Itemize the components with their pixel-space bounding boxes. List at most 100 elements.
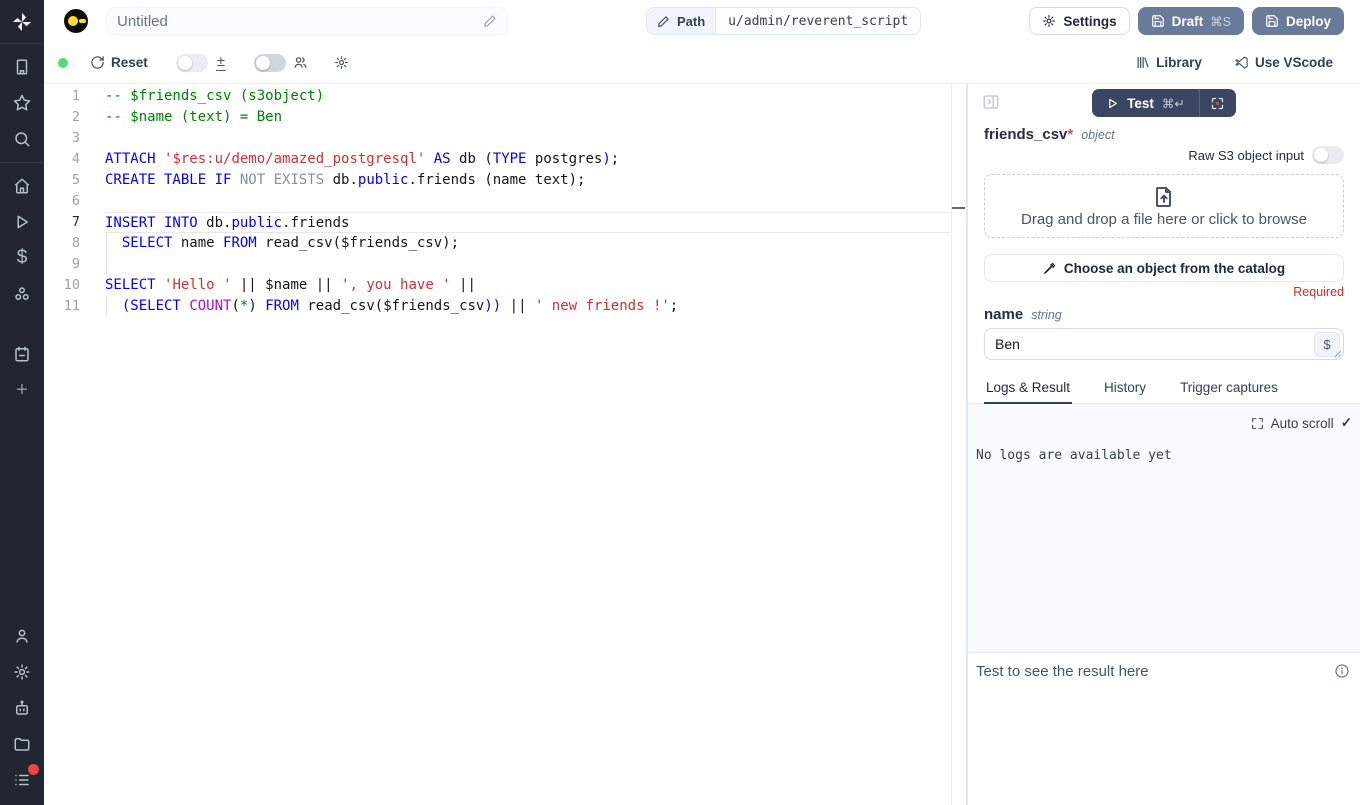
library-label: Library [1156,55,1202,70]
code-line-4[interactable]: 4ATTACH '$res:u/demo/amazed_postgresql' … [44,149,951,170]
folders-icon[interactable] [11,733,33,755]
file-dropzone[interactable]: Drag and drop a file here or click to br… [984,174,1344,238]
path-value: u/admin/reverent_script [716,8,920,34]
collapse-panel-icon[interactable] [982,93,1002,113]
library-icon [1135,55,1150,70]
code-line-1[interactable]: 1-- $friends_csv (s3object) [44,86,951,107]
tab-logs-result[interactable]: Logs & Result [984,376,1072,404]
capture-button[interactable] [1200,89,1236,117]
library-button[interactable]: Library [1135,55,1202,70]
draft-label: Draft [1172,14,1204,29]
resize-grip[interactable] [1334,350,1342,358]
raw-s3-toggle[interactable] [1312,146,1344,164]
audit-list-icon[interactable] [11,769,33,791]
code-line-5[interactable]: 5CREATE TABLE IF NOT EXISTS db.public.fr… [44,170,951,191]
arg-friends-csv-type: object [1081,128,1114,142]
reset-button[interactable]: Reset [90,55,148,70]
auto-scroll-toggle[interactable]: Auto scroll ✓ [1251,415,1352,431]
logs-pane: Auto scroll ✓ No logs are available yet [968,404,1360,652]
path-button[interactable]: Path u/admin/reverent_script [646,7,921,35]
code-text: CREATE TABLE IF NOT EXISTS db.public.fri… [105,170,951,191]
code-text: ATTACH '$res:u/demo/amazed_postgresql' A… [105,149,951,170]
vscode-label: Use VScode [1255,55,1333,70]
use-vscode-button[interactable]: Use VScode [1234,55,1333,70]
code-line-11[interactable]: 11 (SELECT COUNT(*) FROM read_csv($frien… [44,296,951,317]
favorites-star-icon[interactable] [11,92,33,114]
line-number: 6 [44,191,105,212]
save-icon [1151,14,1165,28]
expand-icon [1251,417,1264,430]
top-header: Untitled Path u/admin/reverent_script Se… [44,0,1360,42]
info-icon[interactable] [1334,663,1350,679]
line-number: 3 [44,128,105,149]
code-editor[interactable]: 1-- $friends_csv (s3object)2-- $name (te… [44,84,966,805]
code-line-8[interactable]: 8 SELECT name FROM read_csv($friends_csv… [44,233,951,254]
code-text: SELECT 'Hello ' || $name || ', you have … [105,275,951,296]
dropzone-text: Drag and drop a file here or click to br… [1021,211,1307,228]
status-dot [58,58,68,68]
tab-history[interactable]: History [1102,376,1148,404]
windmill-logo-icon[interactable] [0,0,44,44]
refresh-icon [90,55,105,70]
draft-button[interactable]: Draft ⌘S [1138,7,1244,35]
code-line-3[interactable]: 3 [44,128,951,149]
workers-robot-icon[interactable] [11,697,33,719]
code-line-6[interactable]: 6 [44,191,951,212]
choose-object-button[interactable]: Choose an object from the catalog [984,254,1344,282]
edit-pencil-icon [657,15,670,28]
deploy-button[interactable]: Deploy [1252,7,1344,35]
editor-settings-button[interactable] [334,55,349,70]
line-number: 2 [44,107,105,128]
search-icon[interactable] [11,128,33,150]
line-number: 10 [44,275,105,296]
gear-icon [1042,14,1056,28]
editor-overview-ruler[interactable] [951,84,966,805]
result-tabs: Logs & Result History Trigger captures [968,376,1360,404]
variables-dollar-icon[interactable]: $ [11,247,33,269]
arg-name-label: name [984,306,1023,323]
schedules-calendar-icon[interactable] [11,343,33,365]
resources-cluster-icon[interactable] [11,283,33,305]
user-icon[interactable] [11,625,33,647]
check-icon: ✓ [1341,415,1352,431]
code-line-2[interactable]: 2-- $name (text) = Ben [44,107,951,128]
duckdb-language-icon [64,9,88,33]
diff-icon: ± [216,54,226,71]
code-text [105,191,951,212]
runs-play-icon[interactable] [11,211,33,233]
required-note: Required [984,285,1344,299]
pipette-icon [1043,262,1056,275]
workspace-icon[interactable] [11,56,33,78]
code-line-10[interactable]: 10SELECT 'Hello ' || $name || ', you hav… [44,275,951,296]
add-plus-icon[interactable]: + [11,379,33,401]
choose-object-label: Choose an object from the catalog [1064,261,1285,276]
script-title-input[interactable]: Untitled [106,7,508,35]
arg-friends-csv-name: friends_csv* [984,126,1073,143]
path-label: Path [677,14,705,29]
auto-scroll-label: Auto scroll [1271,416,1334,431]
line-number: 4 [44,149,105,170]
tab-trigger-captures[interactable]: Trigger captures [1178,376,1280,404]
settings-button[interactable]: Settings [1029,7,1129,35]
test-label: Test [1127,96,1154,111]
code-line-7[interactable]: 7INSERT INTO db.public.friends [44,212,951,233]
reset-label: Reset [111,55,148,70]
gear-icon [334,55,349,70]
settings-gear-icon[interactable] [11,661,33,683]
notification-badge [28,764,39,775]
test-button[interactable]: Test ⌘↵ [1092,89,1199,117]
line-number: 8 [44,233,105,254]
name-input[interactable]: Ben $ [984,328,1344,360]
code-line-9[interactable]: 9 [44,254,951,275]
test-shortcut: ⌘↵ [1162,96,1185,111]
result-pane: Test to see the result here [968,652,1360,805]
line-number: 11 [44,296,105,317]
sidebar: $ + [0,0,44,805]
diff-toggle[interactable] [176,54,208,72]
home-icon[interactable] [11,175,33,197]
result-placeholder: Test to see the result here [976,663,1149,680]
multiplayer-toggle[interactable] [254,54,286,72]
code-lines: 1-- $friends_csv (s3object)2-- $name (te… [44,84,966,317]
code-text [105,128,951,149]
save-icon [1265,14,1279,28]
